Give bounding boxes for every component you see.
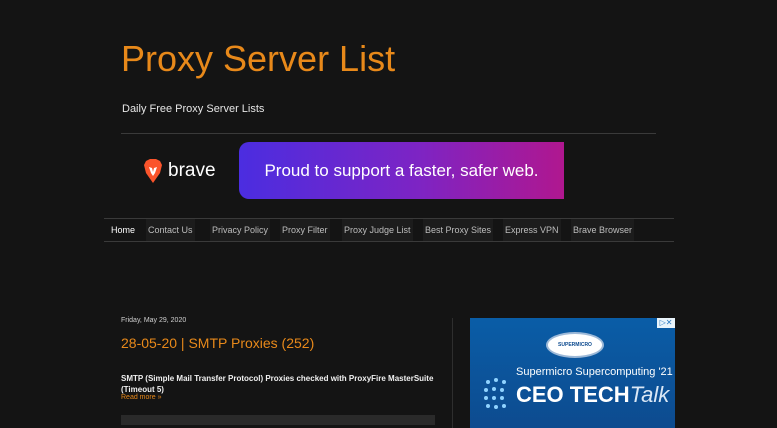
ad-subtitle: Supermicro Supercomputing '21 bbox=[516, 366, 673, 378]
sidebar-ad[interactable]: ▷✕ SUPERMICRO Supermicro Supercomputing … bbox=[470, 318, 675, 428]
nav-item-home[interactable]: Home bbox=[109, 219, 137, 241]
post-image bbox=[121, 415, 435, 425]
site-tagline: Daily Free Proxy Server Lists bbox=[122, 103, 265, 115]
nav-item-contact-us[interactable]: Contact Us bbox=[146, 219, 195, 241]
nav-item-proxy-filter[interactable]: Proxy Filter bbox=[280, 219, 330, 241]
nav-item-privacy-policy[interactable]: Privacy Policy bbox=[210, 219, 271, 241]
nav-item-proxy-judge-list[interactable]: Proxy Judge List bbox=[342, 219, 413, 241]
header-divider bbox=[121, 133, 656, 134]
brave-banner[interactable]: brave Proud to support a faster, safer w… bbox=[121, 142, 564, 199]
read-more-link[interactable]: Read more » bbox=[121, 394, 161, 401]
nav-item-express-vpn[interactable]: Express VPN bbox=[503, 219, 561, 241]
brave-logo-area: brave bbox=[121, 142, 239, 199]
banner-message: Proud to support a faster, safer web. bbox=[239, 142, 564, 199]
brave-lion-icon bbox=[144, 158, 162, 183]
site-title[interactable]: Proxy Server List bbox=[121, 38, 395, 80]
ad-choices-icon[interactable]: ▷✕ bbox=[657, 318, 675, 328]
ad-headline-talk: Talk bbox=[629, 382, 670, 407]
post-title[interactable]: 28-05-20 | SMTP Proxies (252) bbox=[121, 335, 314, 351]
sidebar-divider bbox=[452, 318, 453, 428]
ad-headline-main: CEO TECH bbox=[516, 382, 630, 407]
globe-dots-icon bbox=[484, 378, 506, 409]
main-nav: Home Contact Us Privacy Policy Proxy Fil… bbox=[104, 218, 674, 242]
post-date: Friday, May 29, 2020 bbox=[121, 317, 187, 324]
ad-headline: CEO TECHTalk bbox=[516, 382, 669, 408]
brave-wordmark: brave bbox=[168, 159, 216, 181]
nav-item-brave-browser[interactable]: Brave Browser bbox=[571, 219, 635, 241]
nav-item-best-proxy-sites[interactable]: Best Proxy Sites bbox=[423, 219, 494, 241]
post-excerpt: SMTP (Simple Mail Transfer Protocol) Pro… bbox=[121, 374, 434, 394]
supermicro-logo: SUPERMICRO bbox=[546, 332, 604, 358]
